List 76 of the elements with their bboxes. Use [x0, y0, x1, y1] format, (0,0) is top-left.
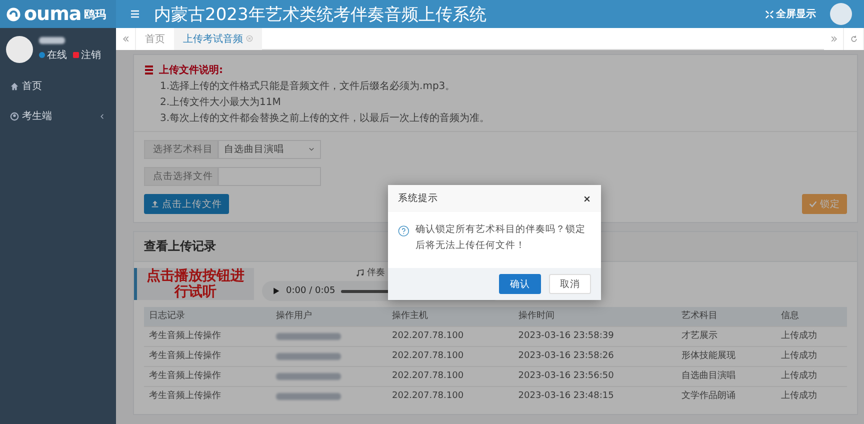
sidebar-item[interactable]: 首页 [0, 71, 116, 101]
logo-icon [6, 6, 21, 22]
table-cell: 形体技能展现 [676, 346, 776, 366]
menu-icon [130, 9, 140, 19]
table-cell: 上传成功 [776, 326, 847, 346]
logo-name: 鸥玛 [84, 6, 106, 22]
upload-button[interactable]: 点击上传文件 [144, 194, 229, 214]
instruction-line: 1.选择上传的文件格式只能是音频文件，文件后缀名必须为.mp3。 [159, 80, 456, 94]
table-cell: 文学作品朗诵 [676, 386, 776, 406]
redacted-mark [276, 333, 341, 340]
scroll-left-button[interactable] [116, 28, 136, 50]
column-header: 操作用户 [270, 307, 387, 326]
redacted-mark [276, 353, 341, 360]
table-cell: 202.207.78.100 [387, 326, 514, 346]
table-cell: 考生音频上传操作 [144, 366, 271, 386]
user-avatar[interactable] [830, 3, 852, 25]
close-icon [583, 194, 591, 202]
table-cell: 才艺展示 [676, 326, 776, 346]
confirm-button[interactable]: 确认 [499, 274, 541, 294]
redacted-mark [39, 37, 65, 44]
refresh-icon [850, 34, 858, 42]
double-right-icon [830, 34, 838, 42]
table-cell: 202.207.78.100 [387, 386, 514, 406]
subject-label: 选择艺术科目 [144, 140, 218, 159]
chevron-icon [99, 112, 106, 120]
column-header: 艺术科目 [676, 307, 776, 326]
redacted-mark [276, 393, 341, 400]
table-cell: 上传成功 [776, 346, 847, 366]
table-cell: 2023-03-16 23:56:50 [513, 366, 677, 386]
scroll-right-button[interactable] [824, 28, 844, 50]
subject-select[interactable]: 自选曲目演唱 [218, 140, 321, 159]
user-icon [10, 112, 19, 120]
table-cell: 2023-03-16 23:58:39 [513, 326, 677, 346]
online-status: 在线 [39, 48, 67, 62]
app-title: 内蒙古2023年艺术类统考伴奏音频上传系统 [154, 4, 488, 26]
instruction-line: 2.上传文件大小最大为11M [159, 96, 282, 110]
avatar [6, 36, 33, 63]
close-icon [246, 35, 253, 42]
table-cell: 自选曲目演唱 [676, 366, 776, 386]
fullscreen-button[interactable]: 全屏显示 [765, 7, 816, 21]
sidebar-item[interactable]: 考生端 [0, 101, 116, 131]
instructions-title: 上传文件说明: [144, 63, 847, 77]
chevron-down-icon [308, 146, 315, 153]
table-cell: 202.207.78.100 [387, 346, 514, 366]
column-header: 操作主机 [387, 307, 514, 326]
table-cell: 2023-03-16 23:58:26 [513, 346, 677, 366]
double-left-icon [122, 34, 130, 42]
file-label[interactable]: 点击选择文件 [144, 167, 218, 186]
play-hint: 点击播放按钮进行试听 [134, 268, 254, 300]
redacted-mark [276, 373, 341, 380]
column-header: 操作时间 [513, 307, 677, 326]
close-button[interactable] [583, 194, 591, 202]
music-icon [356, 268, 364, 276]
column-header: 信息 [776, 307, 847, 326]
table-cell: 2023-03-16 23:48:15 [513, 386, 677, 406]
table-cell: 202.207.78.100 [387, 366, 514, 386]
audio-time: 0:00 / 0:05 [286, 286, 336, 296]
tab[interactable]: 上传考试音频 [174, 28, 262, 50]
list-icon [144, 65, 154, 75]
check-icon [809, 200, 817, 208]
logo-text: ouma [24, 3, 82, 25]
instruction-line: 3.每次上传的文件都会替换之前上传的文件，以最后一次上传的音频为准。 [159, 112, 491, 126]
logout-link[interactable]: 注销 [73, 48, 101, 62]
dialog-title: 系统提示 [398, 192, 438, 205]
refresh-button[interactable] [844, 28, 864, 50]
table-cell: 上传成功 [776, 366, 847, 386]
upload-icon [151, 200, 159, 208]
table-cell: 考生音频上传操作 [144, 346, 271, 366]
expand-icon [765, 10, 774, 18]
play-icon [272, 287, 280, 295]
table-cell: 上传成功 [776, 386, 847, 406]
home-icon [10, 82, 19, 90]
table-cell: 考生音频上传操作 [144, 386, 271, 406]
column-header: 日志记录 [144, 307, 271, 326]
table-cell: 考生音频上传操作 [144, 326, 271, 346]
cancel-button[interactable]: 取消 [549, 274, 591, 294]
